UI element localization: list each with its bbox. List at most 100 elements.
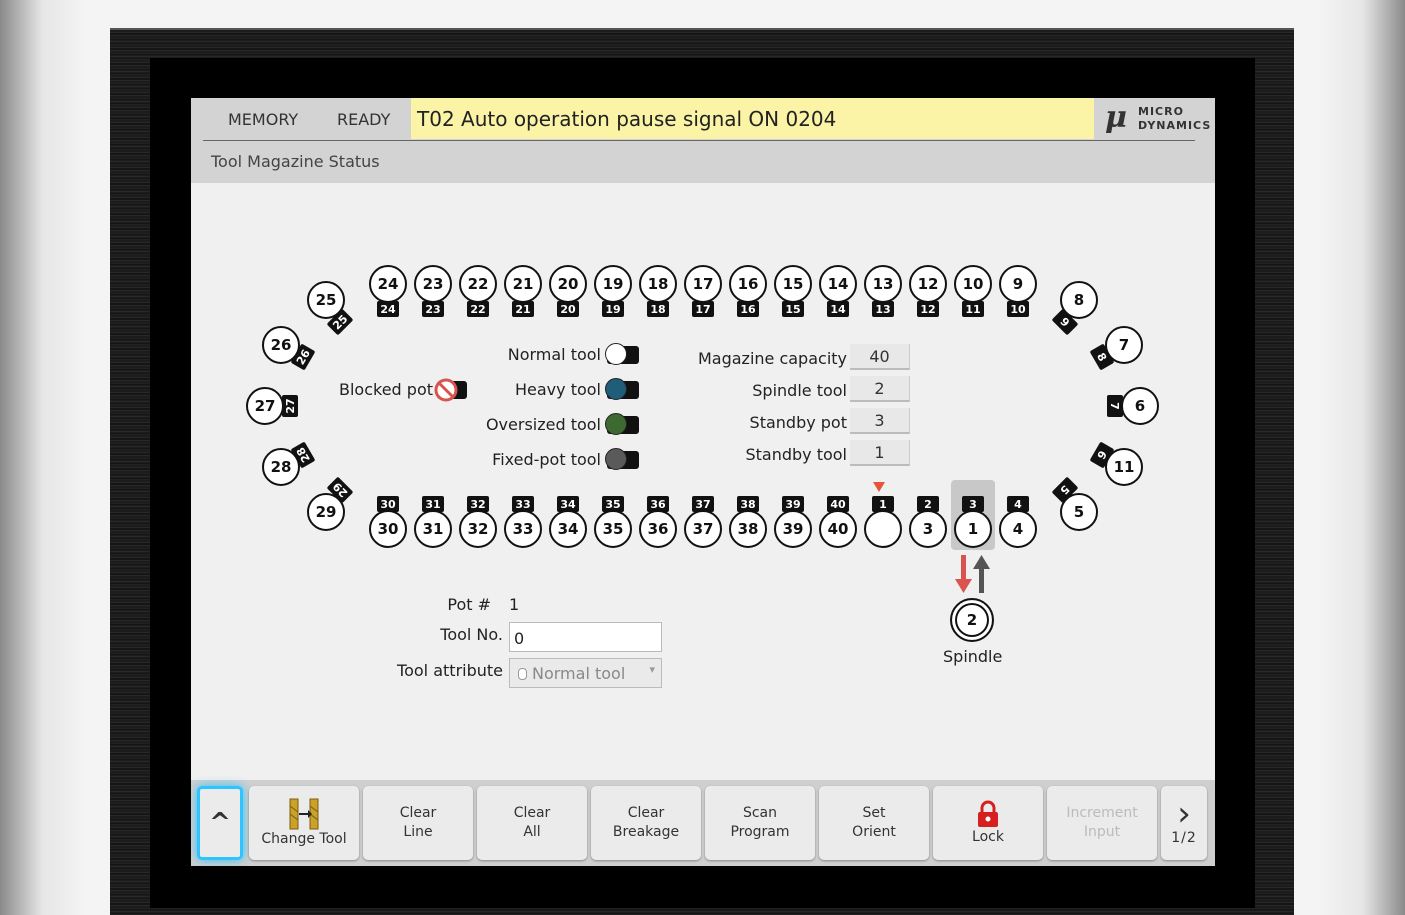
current-pot-marker-icon bbox=[873, 482, 885, 492]
tool-pot-24[interactable]: 24 bbox=[369, 265, 407, 303]
legend-oversized-tool-label: Oversized tool bbox=[485, 415, 601, 434]
lock-button[interactable]: Lock bbox=[933, 786, 1043, 860]
pot-number-tag: 12 bbox=[917, 301, 939, 317]
tool-pot-32[interactable]: 32 bbox=[459, 510, 497, 548]
scan-program-button[interactable]: Scan Program bbox=[705, 786, 815, 860]
pot-number-tag: 27 bbox=[282, 395, 298, 417]
standby-pot-value: 3 bbox=[850, 408, 910, 434]
tool-pot-14[interactable]: 14 bbox=[819, 265, 857, 303]
logo-mark: μ bbox=[1105, 100, 1127, 135]
tool-pot-16[interactable]: 16 bbox=[729, 265, 767, 303]
page-title: Tool Magazine Status bbox=[211, 152, 380, 171]
spindle-tool-value: 2 bbox=[850, 376, 910, 402]
clear-breakage-label-2: Breakage bbox=[612, 824, 680, 840]
legend-heavy-tool-label: Heavy tool bbox=[515, 380, 601, 399]
tool-number: 40 bbox=[827, 520, 849, 538]
tool-pot-2[interactable]: 3 bbox=[909, 510, 947, 548]
set-orient-button[interactable]: Set Orient bbox=[819, 786, 929, 860]
tool-pot-22[interactable]: 22 bbox=[459, 265, 497, 303]
tool-pot-39[interactable]: 39 bbox=[774, 510, 812, 548]
tool-number: 28 bbox=[270, 458, 292, 476]
tool-no-input[interactable]: 0 bbox=[509, 622, 662, 652]
brand-logo: μ MICRO DYNAMICS bbox=[1103, 100, 1210, 136]
tool-pot-12[interactable]: 12 bbox=[909, 265, 947, 303]
pot-number-tag: 19 bbox=[602, 301, 624, 317]
tool-number: 14 bbox=[827, 275, 849, 293]
clear-breakage-button[interactable]: Clear Breakage bbox=[591, 786, 701, 860]
clear-all-button[interactable]: Clear All bbox=[477, 786, 587, 860]
lock-label: Lock bbox=[972, 828, 1004, 845]
tool-pot-3[interactable]: 1 bbox=[954, 510, 992, 548]
set-orient-label-1: Set bbox=[862, 805, 886, 821]
normal-tool-icon bbox=[605, 343, 627, 365]
pot-number-tag: 16 bbox=[737, 301, 759, 317]
next-page-button[interactable]: › 1/2 bbox=[1161, 786, 1207, 860]
pot-number-tag: 23 bbox=[422, 301, 444, 317]
change-tool-button[interactable]: Change Tool bbox=[249, 786, 359, 860]
spindle-tool-number: 2 bbox=[966, 611, 978, 629]
tool-pot-38[interactable]: 38 bbox=[729, 510, 767, 548]
tool-pot-27[interactable]: 27 bbox=[246, 387, 284, 425]
pot-number-tag: 33 bbox=[512, 496, 534, 512]
tool-number: 37 bbox=[692, 520, 714, 538]
tool-pot-20[interactable]: 20 bbox=[549, 265, 587, 303]
pot-number-tag: 40 bbox=[827, 496, 849, 512]
tool-number: 10 bbox=[962, 275, 984, 293]
tool-no-label: Tool No. bbox=[440, 625, 503, 644]
standby-tool-value: 1 bbox=[850, 440, 910, 466]
tool-pot-19[interactable]: 19 bbox=[594, 265, 632, 303]
exchange-arrows-icon bbox=[955, 555, 990, 593]
pot-number-tag: 21 bbox=[512, 301, 534, 317]
standby-tool-label: Standby tool bbox=[745, 445, 847, 464]
tool-pot-10[interactable]: 9 bbox=[999, 265, 1037, 303]
tool-pot-34[interactable]: 34 bbox=[549, 510, 587, 548]
increment-input-label-2: Input bbox=[1083, 824, 1121, 840]
tool-pot-11[interactable]: 10 bbox=[954, 265, 992, 303]
normal-tool-icon bbox=[518, 668, 527, 680]
up-caret-icon: ^ bbox=[209, 807, 231, 838]
tool-attribute-select[interactable]: Normal tool ▾ bbox=[509, 658, 662, 688]
pot-number-tag: 30 bbox=[377, 496, 399, 512]
clear-line-button[interactable]: Clear Line bbox=[363, 786, 473, 860]
tool-number: 39 bbox=[782, 520, 804, 538]
toolbar-up-button[interactable]: ^ bbox=[197, 786, 243, 860]
tool-pot-23[interactable]: 23 bbox=[414, 265, 452, 303]
tool-pot-4[interactable]: 4 bbox=[999, 510, 1037, 548]
heavy-tool-swatch bbox=[605, 378, 639, 400]
normal-tool-swatch bbox=[605, 343, 639, 365]
clear-all-label-2: All bbox=[523, 824, 541, 840]
tool-pot-36[interactable]: 36 bbox=[639, 510, 677, 548]
tool-pot-35[interactable]: 35 bbox=[594, 510, 632, 548]
increment-input-button[interactable]: Increment Input bbox=[1047, 786, 1157, 860]
tool-number: 8 bbox=[1073, 291, 1085, 309]
magazine-capacity-label: Magazine capacity bbox=[697, 349, 847, 368]
set-orient-label-2: Orient bbox=[852, 824, 896, 840]
tool-pot-30[interactable]: 30 bbox=[369, 510, 407, 548]
tool-pot-31[interactable]: 31 bbox=[414, 510, 452, 548]
spindle-pot[interactable]: 2 bbox=[950, 598, 994, 642]
pot-number-tag: 18 bbox=[647, 301, 669, 317]
pot-number-tag: 4 bbox=[1007, 496, 1029, 512]
tool-pot-15[interactable]: 15 bbox=[774, 265, 812, 303]
tool-pot-13[interactable]: 13 bbox=[864, 265, 902, 303]
tool-pot-7[interactable]: 6 bbox=[1121, 387, 1159, 425]
tool-pot-17[interactable]: 17 bbox=[684, 265, 722, 303]
tool-pot-33[interactable]: 33 bbox=[504, 510, 542, 548]
tool-pot-37[interactable]: 37 bbox=[684, 510, 722, 548]
heavy-tool-icon bbox=[605, 378, 627, 400]
tool-number: 34 bbox=[557, 520, 579, 538]
pot-number-tag: 3 bbox=[962, 496, 984, 512]
tool-number: 32 bbox=[467, 520, 489, 538]
magazine-capacity-value: 40 bbox=[850, 344, 910, 370]
tool-number: 27 bbox=[254, 397, 276, 415]
pot-number-tag: 38 bbox=[737, 496, 759, 512]
tool-pot-18[interactable]: 18 bbox=[639, 265, 677, 303]
tool-pot-1[interactable] bbox=[864, 510, 902, 548]
pot-number-tag: 7 bbox=[1107, 395, 1123, 417]
tool-pot-40[interactable]: 40 bbox=[819, 510, 857, 548]
standby-pot-label: Standby pot bbox=[749, 413, 847, 432]
pot-number-value: 1 bbox=[509, 595, 520, 614]
tool-attribute-value: Normal tool bbox=[532, 664, 626, 683]
tool-pot-21[interactable]: 21 bbox=[504, 265, 542, 303]
pot-number-tag: 15 bbox=[782, 301, 804, 317]
